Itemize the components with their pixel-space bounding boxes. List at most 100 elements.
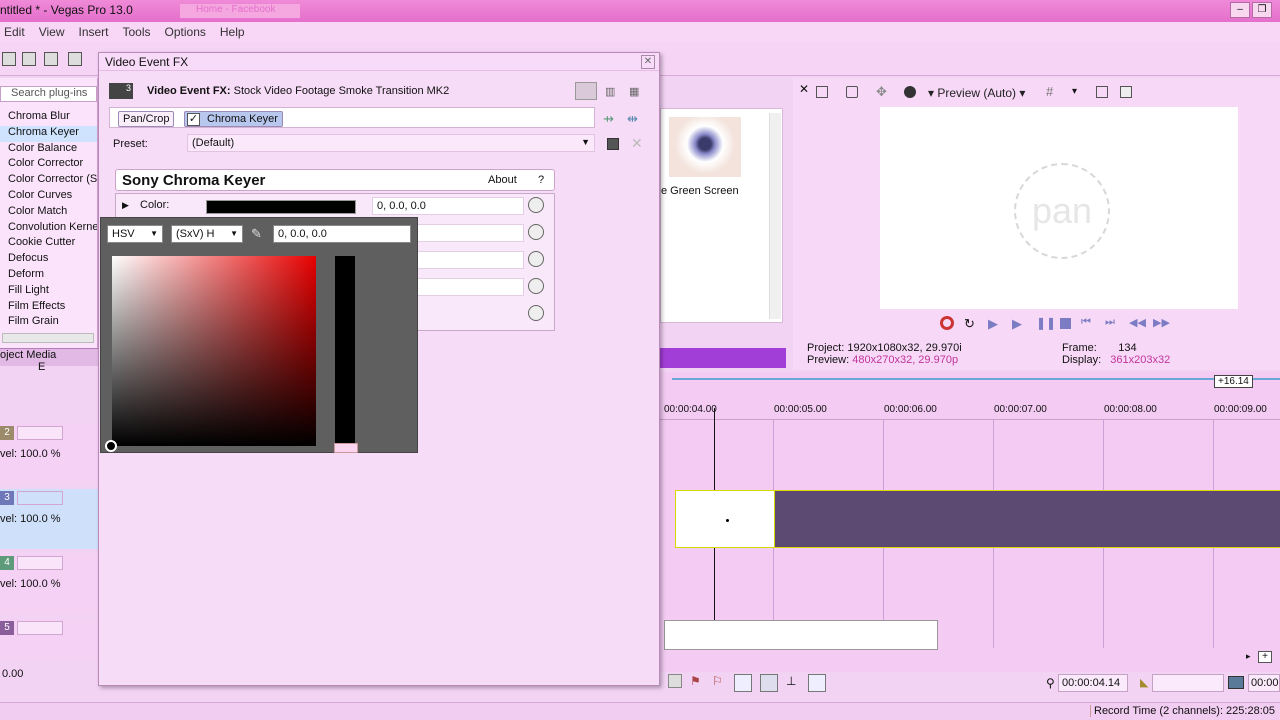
audio-event[interactable] <box>664 620 938 650</box>
eye-thumbnail[interactable] <box>669 117 741 177</box>
menu-options[interactable]: Options <box>165 25 206 42</box>
track-header[interactable]: 2 vel: 100.0 % <box>0 424 98 484</box>
menu-tools[interactable]: Tools <box>123 25 151 42</box>
animate-icon[interactable] <box>528 278 544 294</box>
selection-end-field[interactable]: 00:00: <box>1248 674 1280 692</box>
search-input[interactable]: Search plug-ins <box>0 86 97 102</box>
snapshot-icon[interactable] <box>904 86 916 98</box>
track-name-field[interactable] <box>17 621 63 635</box>
save-icon[interactable] <box>22 52 36 66</box>
list-item[interactable]: Film Effects <box>0 300 97 316</box>
grid-icon[interactable]: # <box>1046 84 1053 99</box>
picker-cursor[interactable] <box>105 440 117 452</box>
saturation-value-square[interactable] <box>112 256 316 446</box>
maximize-button[interactable]: ❐ <box>1252 2 1272 18</box>
snap-icon[interactable]: ⊥ <box>786 674 800 688</box>
color-value-field[interactable]: 0, 0.0, 0.0 <box>372 197 524 215</box>
list-item[interactable]: Color Balance <box>0 142 97 158</box>
preview-device-icon[interactable] <box>846 86 858 98</box>
envelope-tool-icon[interactable] <box>760 674 778 692</box>
animate-icon[interactable] <box>528 305 544 321</box>
expand-icon[interactable]: ▶ <box>122 200 129 211</box>
go-to-start-icon[interactable]: ⏮ <box>1081 316 1095 330</box>
play-from-start-icon[interactable]: ▶ <box>988 316 1002 331</box>
background-tab[interactable]: Home - Facebook <box>180 4 300 18</box>
close-icon[interactable]: ✕ <box>799 82 809 96</box>
project-props-icon[interactable] <box>816 86 828 98</box>
lock-icon[interactable] <box>668 674 682 688</box>
chain-chroma-keyer[interactable]: ✓ Chroma Keyer <box>184 111 283 127</box>
track-header[interactable]: 3 vel: 100.0 % <box>0 489 98 549</box>
list-item[interactable]: Fill Light <box>0 284 97 300</box>
selection-start-field[interactable] <box>1152 674 1224 692</box>
tab-project-media[interactable]: oject Media <box>0 349 56 361</box>
record-icon[interactable] <box>940 316 954 330</box>
move-icon[interactable]: ✥ <box>876 84 887 100</box>
list-item[interactable]: Color Corrector <box>0 157 97 173</box>
list-item[interactable]: Film Grain <box>0 315 97 331</box>
picker-value-field[interactable]: 0, 0.0, 0.0 <box>273 225 411 243</box>
track-header[interactable]: 4 vel: 100.0 % <box>0 554 98 614</box>
preview-quality-dropdown[interactable]: ▾ Preview (Auto) ▾ <box>928 86 1025 100</box>
color-mode-dropdown[interactable]: HSV ▼ <box>107 225 163 243</box>
enable-checkbox[interactable]: ✓ <box>187 113 200 126</box>
play-icon[interactable]: ▶ <box>1012 316 1026 331</box>
remove-plugin-icon[interactable]: ⇹ <box>627 111 638 127</box>
channel-dropdown[interactable]: (SxV) H ▼ <box>171 225 243 243</box>
view-grid-icon[interactable]: ▦ <box>629 85 639 98</box>
list-item[interactable]: Color Corrector (Se <box>0 173 97 189</box>
view-single-icon[interactable] <box>575 82 597 100</box>
list-item[interactable]: Deform <box>0 268 97 284</box>
menu-insert[interactable]: Insert <box>78 25 108 42</box>
track-header[interactable]: 5 <box>0 619 98 659</box>
eyedropper-icon[interactable]: ✎ <box>251 226 262 242</box>
list-item[interactable]: Defocus <box>0 252 97 268</box>
list-item[interactable]: Color Curves <box>0 189 97 205</box>
list-item[interactable]: Chroma Keyer <box>0 125 97 142</box>
save-as-icon[interactable] <box>44 52 58 66</box>
animate-icon[interactable] <box>528 197 544 213</box>
dialog-close-button[interactable]: ✕ <box>641 55 655 69</box>
list-item[interactable]: Convolution Kernel <box>0 221 97 237</box>
hue-slider-handle[interactable] <box>334 443 358 453</box>
auto-ripple-icon[interactable] <box>808 674 826 692</box>
copy-snapshot-icon[interactable] <box>1096 86 1108 98</box>
delete-preset-icon[interactable]: ✕ <box>631 135 643 152</box>
vertical-scrollbar[interactable] <box>769 113 781 319</box>
open-icon[interactable] <box>2 52 16 66</box>
list-item[interactable]: Cookie Cutter <box>0 236 97 252</box>
animate-icon[interactable] <box>528 224 544 240</box>
chain-pan-crop[interactable]: Pan/Crop <box>118 111 175 127</box>
menu-help[interactable]: Help <box>220 25 245 42</box>
help-button[interactable]: ? <box>538 174 544 186</box>
previous-frame-icon[interactable]: ◀◀ <box>1129 316 1146 330</box>
region-icon[interactable]: ⚐ <box>712 674 726 688</box>
track-name-field[interactable] <box>17 426 63 440</box>
list-item[interactable]: Color Match <box>0 205 97 221</box>
scroll-right-icon[interactable]: ▸ <box>1246 651 1251 662</box>
render-icon[interactable] <box>68 52 82 66</box>
track-name-field[interactable] <box>17 491 63 505</box>
video-event-light[interactable] <box>675 490 775 548</box>
loop-icon[interactable]: ↻ <box>964 316 978 331</box>
chevron-down-icon[interactable]: ▾ <box>1072 86 1077 97</box>
timeline-ruler[interactable]: 00:00:04.00 00:00:05.00 00:00:06.00 00:0… <box>660 404 1280 420</box>
list-item[interactable]: Chroma Blur <box>0 110 97 126</box>
tab-other[interactable]: E <box>38 361 45 373</box>
stop-icon[interactable] <box>1060 318 1071 329</box>
hue-slider[interactable] <box>335 256 355 446</box>
pause-icon[interactable]: ❚❚ <box>1036 316 1056 330</box>
about-button[interactable]: About <box>488 174 517 186</box>
marker-icon[interactable]: ⚑ <box>690 674 704 688</box>
next-frame-icon[interactable]: ▶▶ <box>1153 316 1170 330</box>
save-preset-icon[interactable] <box>607 138 619 150</box>
go-to-end-icon[interactable]: ⏭ <box>1105 316 1119 330</box>
color-swatch[interactable] <box>206 200 356 214</box>
normal-edit-tool-icon[interactable] <box>734 674 752 692</box>
horizontal-scrollbar[interactable] <box>2 333 94 343</box>
add-plugin-icon[interactable]: ⇸ <box>603 111 614 127</box>
track-name-field[interactable] <box>17 556 63 570</box>
menu-edit[interactable]: Edit <box>4 25 25 42</box>
zoom-in-icon[interactable]: + <box>1258 651 1272 663</box>
timeline-scroll-bar[interactable] <box>672 378 1280 380</box>
